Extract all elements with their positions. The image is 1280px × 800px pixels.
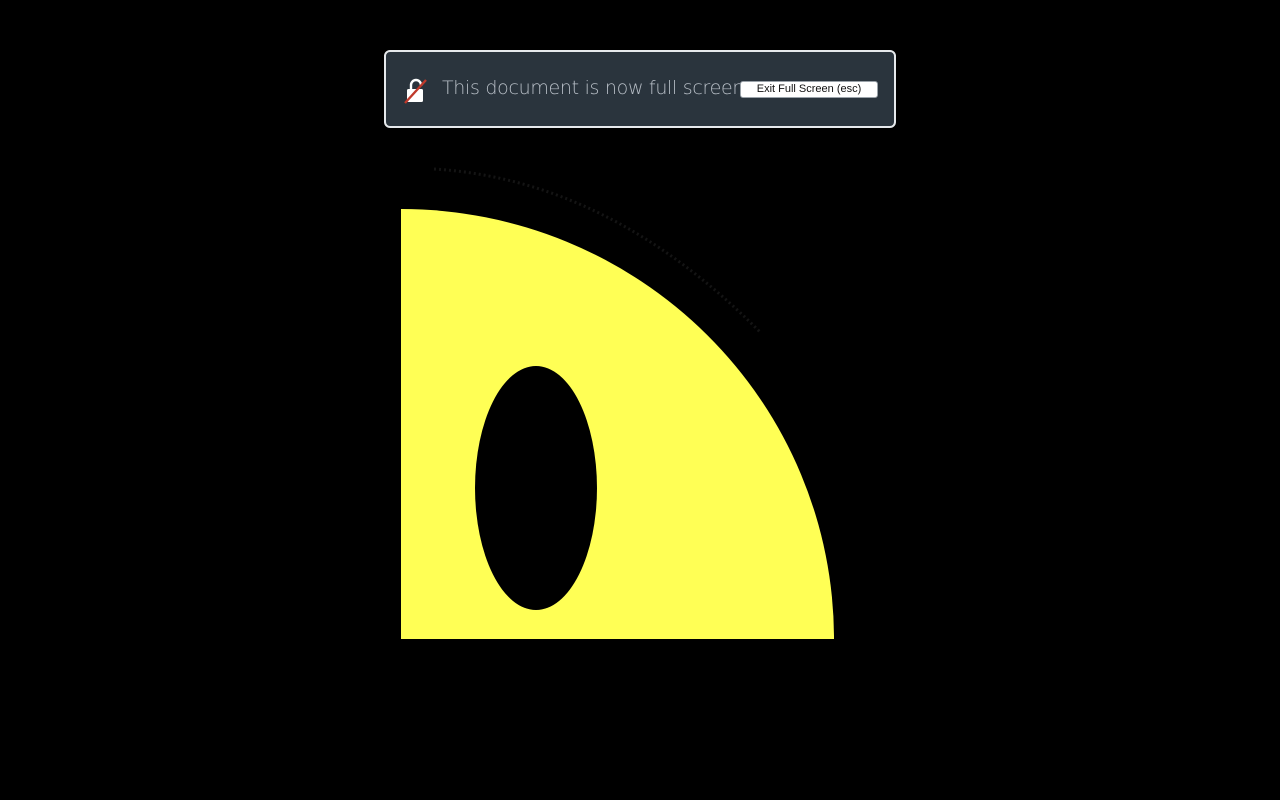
fullscreen-page: This document is now full screen Exit Fu… [0, 0, 1280, 800]
fullscreen-notification: This document is now full screen Exit Fu… [384, 50, 896, 128]
exit-fullscreen-button[interactable]: Exit Full Screen (esc) [740, 81, 878, 98]
unlocked-lock-icon [404, 78, 427, 104]
eye-shape [475, 366, 597, 610]
fullscreen-message: This document is now full screen [442, 77, 745, 99]
face-shape [401, 209, 834, 639]
smiley-face-graphic [401, 167, 834, 639]
